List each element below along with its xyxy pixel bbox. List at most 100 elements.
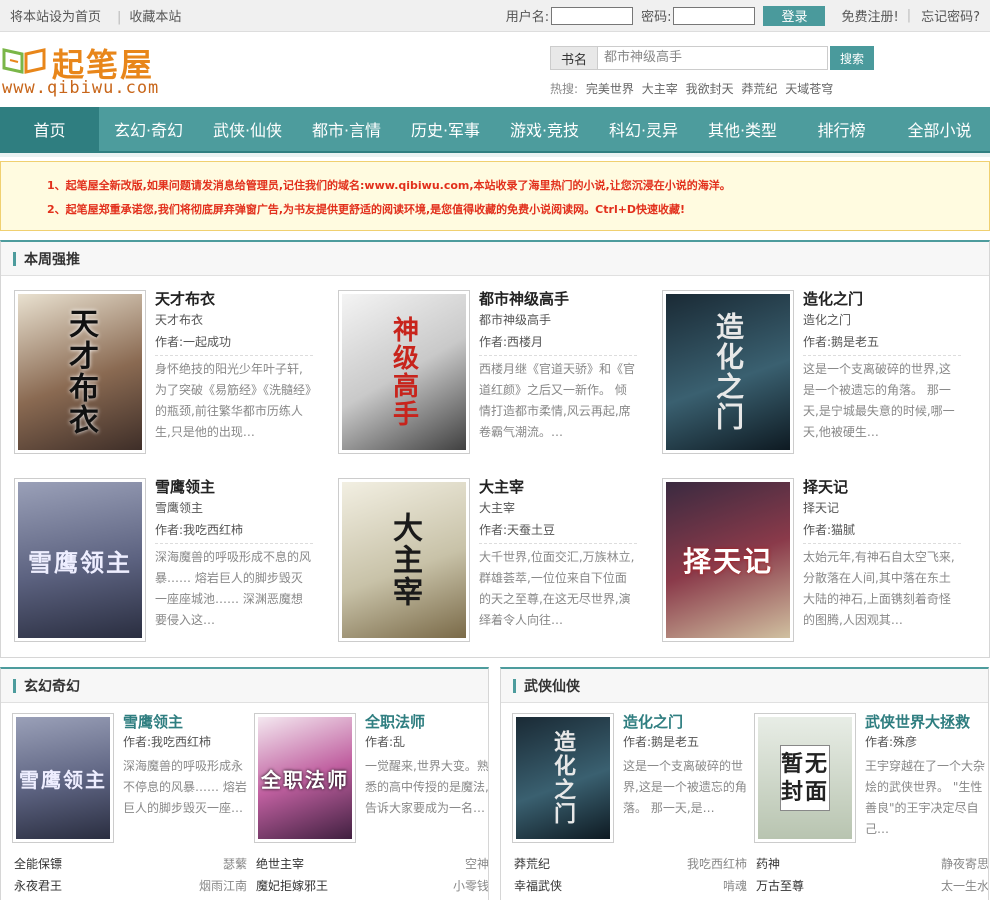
cover-title: 雪鹰领主 xyxy=(28,547,132,577)
book-card[interactable]: 大主宰 大主宰 大主宰 作者:天蚕土豆 大千世界,位面交汇,万族林立,群雄荟萃,… xyxy=(338,478,662,642)
list-item[interactable]: 魔妃拒嫁邪王 小零钱 xyxy=(256,875,489,897)
hot-search-item[interactable]: 大主宰 xyxy=(642,82,678,96)
cover-title: 天才布衣 xyxy=(63,308,98,436)
book-description: 王宇穿越在了一个大杂烩的武侠世界。 "生性善良"的王宇决定尽自己… xyxy=(865,759,986,836)
book-cover[interactable]: 大主宰 xyxy=(338,478,470,642)
book-link[interactable]: 魔妃拒嫁邪王 xyxy=(256,875,328,897)
book-cover[interactable]: 雪鹰领主 xyxy=(14,478,146,642)
book-card[interactable]: 择天记 择天记 择天记 作者:猫腻 太始元年,有神石自太空飞来,分散落在人间,其… xyxy=(662,478,982,642)
nav-ranking[interactable]: 排行榜 xyxy=(792,107,891,151)
hot-search-item[interactable]: 我欲封天 xyxy=(686,82,734,96)
hot-search-item[interactable]: 莽荒纪 xyxy=(741,82,777,96)
forgot-password-link[interactable]: 忘记密码? xyxy=(921,6,980,25)
username-label: 用户名: xyxy=(505,10,550,25)
username-input[interactable] xyxy=(551,6,634,25)
book-link[interactable]: 永夜君王 xyxy=(14,875,62,897)
author-name: 静夜寄思 xyxy=(940,857,989,871)
list-item[interactable]: 幸福武侠 啃魂 xyxy=(514,875,747,897)
book-card[interactable]: 雪鹰领主 雪鹰领主 雪鹰领主 作者:我吃西红柿 深海魔兽的呼吸形成不息的风暴……… xyxy=(14,478,338,642)
book-author: 作者:鹅是老五 xyxy=(803,331,961,356)
book-cover[interactable]: 全职法师 xyxy=(254,713,356,843)
book-link[interactable]: 幸福武侠 xyxy=(514,875,562,897)
nav-home[interactable]: 首页 xyxy=(0,107,99,151)
book-card[interactable]: 雪鹰领主 雪鹰领主 作者:我吃西红柿 深海魔兽的呼吸形成永不停息的风暴…… 熔岩… xyxy=(12,713,254,843)
book-card[interactable]: 全职法师 全职法师 作者:乱 一觉醒来,世界大变。熟悉的高中传授的是魔法,告诉大… xyxy=(254,713,488,843)
book-description: 太始元年,有神石自太空飞来,分散落在人间,其中落在东土大陆的神石,上面镌刻着奇怪… xyxy=(803,550,955,627)
nav-wuxia[interactable]: 武侠·仙侠 xyxy=(198,107,297,151)
book-subtitle: 造化之门 xyxy=(803,313,852,327)
nav-all[interactable]: 全部小说 xyxy=(891,107,988,151)
book-cover[interactable]: 神级高手 xyxy=(338,290,470,454)
book-title[interactable]: 全职法师 xyxy=(365,713,488,731)
nav-youxi[interactable]: 游戏·竞技 xyxy=(495,107,594,151)
book-card[interactable]: 造化之门 造化之门 作者:鹅是老五 这是一个支离破碎的世界,这是一个被遗忘的角落… xyxy=(512,713,754,843)
book-author: 作者:天蚕土豆 xyxy=(479,519,637,544)
weekly-recommend-panel: 本周强推 天才布衣 天才布衣 天才布衣 作者:一起成功 身怀绝技的阳光少年叶子轩… xyxy=(0,240,990,658)
cover-title: 造化之门 xyxy=(712,312,745,432)
password-label: 密码: xyxy=(641,10,672,25)
book-title[interactable]: 造化之门 xyxy=(623,713,747,731)
book-link[interactable]: 莽荒纪 xyxy=(514,853,550,875)
nav-xuanhuan[interactable]: 玄幻·奇幻 xyxy=(99,107,198,151)
login-button[interactable]: 登录 xyxy=(763,5,826,26)
book-link[interactable]: 全能保镖 xyxy=(14,853,62,875)
book-title[interactable]: 雪鹰领主 xyxy=(155,478,313,496)
book-author: 作者:猫腻 xyxy=(803,519,961,544)
book-subtitle: 择天记 xyxy=(803,501,840,515)
book-title[interactable]: 择天记 xyxy=(803,478,961,496)
search-type-select[interactable]: 书名 xyxy=(550,46,598,70)
book-title[interactable]: 大主宰 xyxy=(479,478,637,496)
wuxia-panel: 武侠仙侠 造化之门 造化之门 作者:鹅是老五 这是一个支离破碎的世界,这是一个被… xyxy=(500,667,989,900)
book-cover[interactable]: 择天记 xyxy=(662,478,794,642)
book-title[interactable]: 天才布衣 xyxy=(155,290,313,308)
list-item[interactable]: 永夜君王 烟雨江南 xyxy=(14,875,247,897)
xuanhuan-panel: 玄幻奇幻 雪鹰领主 雪鹰领主 作者:我吃西红柿 深海魔兽的呼吸形成永不停息的风暴… xyxy=(0,667,489,900)
book-description: 大千世界,位面交汇,万族林立,群雄荟萃,一位位来自下位面的天之至尊,在这无尽世界… xyxy=(479,550,635,627)
top-bar: 将本站设为首页 | 收藏本站 用户名: 密码: 登录 免费注册! | 忘记密码? xyxy=(0,0,990,32)
search-input[interactable]: 都市神级高手 xyxy=(598,46,828,70)
author-name: 小零钱 xyxy=(452,879,489,893)
book-title[interactable]: 都市神级高手 xyxy=(479,290,637,308)
nav-lishi[interactable]: 历史·军事 xyxy=(396,107,495,151)
author-name: 啃魂 xyxy=(722,879,747,893)
book-cover[interactable]: 暂无封面 xyxy=(754,713,856,843)
book-card[interactable]: 天才布衣 天才布衣 天才布衣 作者:一起成功 身怀绝技的阳光少年叶子轩,为了突破… xyxy=(14,290,338,454)
book-cover[interactable]: 造化之门 xyxy=(512,713,614,843)
list-item[interactable]: 绝世主宰 空神 xyxy=(256,853,489,875)
hot-search-item[interactable]: 完美世界 xyxy=(586,82,634,96)
book-description: 深海魔兽的呼吸形成永不停息的风暴…… 熔岩巨人的脚步毁灭一座… xyxy=(123,759,247,815)
book-cover[interactable]: 雪鹰领主 xyxy=(12,713,114,843)
book-card[interactable]: 暂无封面 武侠世界大拯救 作者:殊彦 王宇穿越在了一个大杂烩的武侠世界。 "生性… xyxy=(754,713,988,843)
book-cover[interactable]: 天才布衣 xyxy=(14,290,146,454)
book-link[interactable]: 药神 xyxy=(756,853,780,875)
hot-search-item[interactable]: 天域苍穹 xyxy=(785,82,833,96)
book-card[interactable]: 神级高手 都市神级高手 都市神级高手 作者:西楼月 西楼月继《官道天骄》和《官道… xyxy=(338,290,662,454)
book-author: 作者:乱 xyxy=(365,735,406,749)
book-title[interactable]: 雪鹰领主 xyxy=(123,713,247,731)
book-cover[interactable]: 造化之门 xyxy=(662,290,794,454)
set-home-link[interactable]: 将本站设为首页 xyxy=(10,10,101,25)
search-button[interactable]: 搜索 xyxy=(830,46,874,70)
divider: | xyxy=(906,8,912,23)
book-title[interactable]: 造化之门 xyxy=(803,290,961,308)
list-item[interactable]: 莽荒纪 我吃西红柿 xyxy=(514,853,747,875)
panel-header: 武侠仙侠 xyxy=(501,669,988,703)
nav-dushi[interactable]: 都市·言情 xyxy=(297,107,396,151)
header-accent-bar xyxy=(13,678,16,693)
book-link[interactable]: 绝世主宰 xyxy=(256,853,304,875)
list-item[interactable]: 全能保镖 瑟蘩 xyxy=(14,853,247,875)
register-link[interactable]: 免费注册! xyxy=(841,6,898,25)
cover-title: 择天记 xyxy=(682,545,773,578)
panel-title: 本周强推 xyxy=(24,251,80,268)
book-link[interactable]: 万古至尊 xyxy=(756,875,804,897)
list-item[interactable]: 万古至尊 太一生水 xyxy=(756,875,988,897)
book-title[interactable]: 武侠世界大拯救 xyxy=(865,713,988,731)
list-item[interactable]: 药神 静夜寄思 xyxy=(756,853,989,875)
book-description: 深海魔兽的呼吸形成不息的风暴…… 熔岩巨人的脚步毁灭一座座城池…… 深渊恶魔想要… xyxy=(155,550,312,627)
password-input[interactable] xyxy=(673,6,756,25)
book-card[interactable]: 造化之门 造化之门 造化之门 作者:鹅是老五 这是一个支离破碎的世界,这是一个被… xyxy=(662,290,982,454)
nav-qita[interactable]: 其他·类型 xyxy=(693,107,792,151)
favorite-link[interactable]: 收藏本站 xyxy=(129,10,181,25)
nav-kehuan[interactable]: 科幻·灵异 xyxy=(594,107,693,151)
author-name: 空神 xyxy=(464,857,489,871)
